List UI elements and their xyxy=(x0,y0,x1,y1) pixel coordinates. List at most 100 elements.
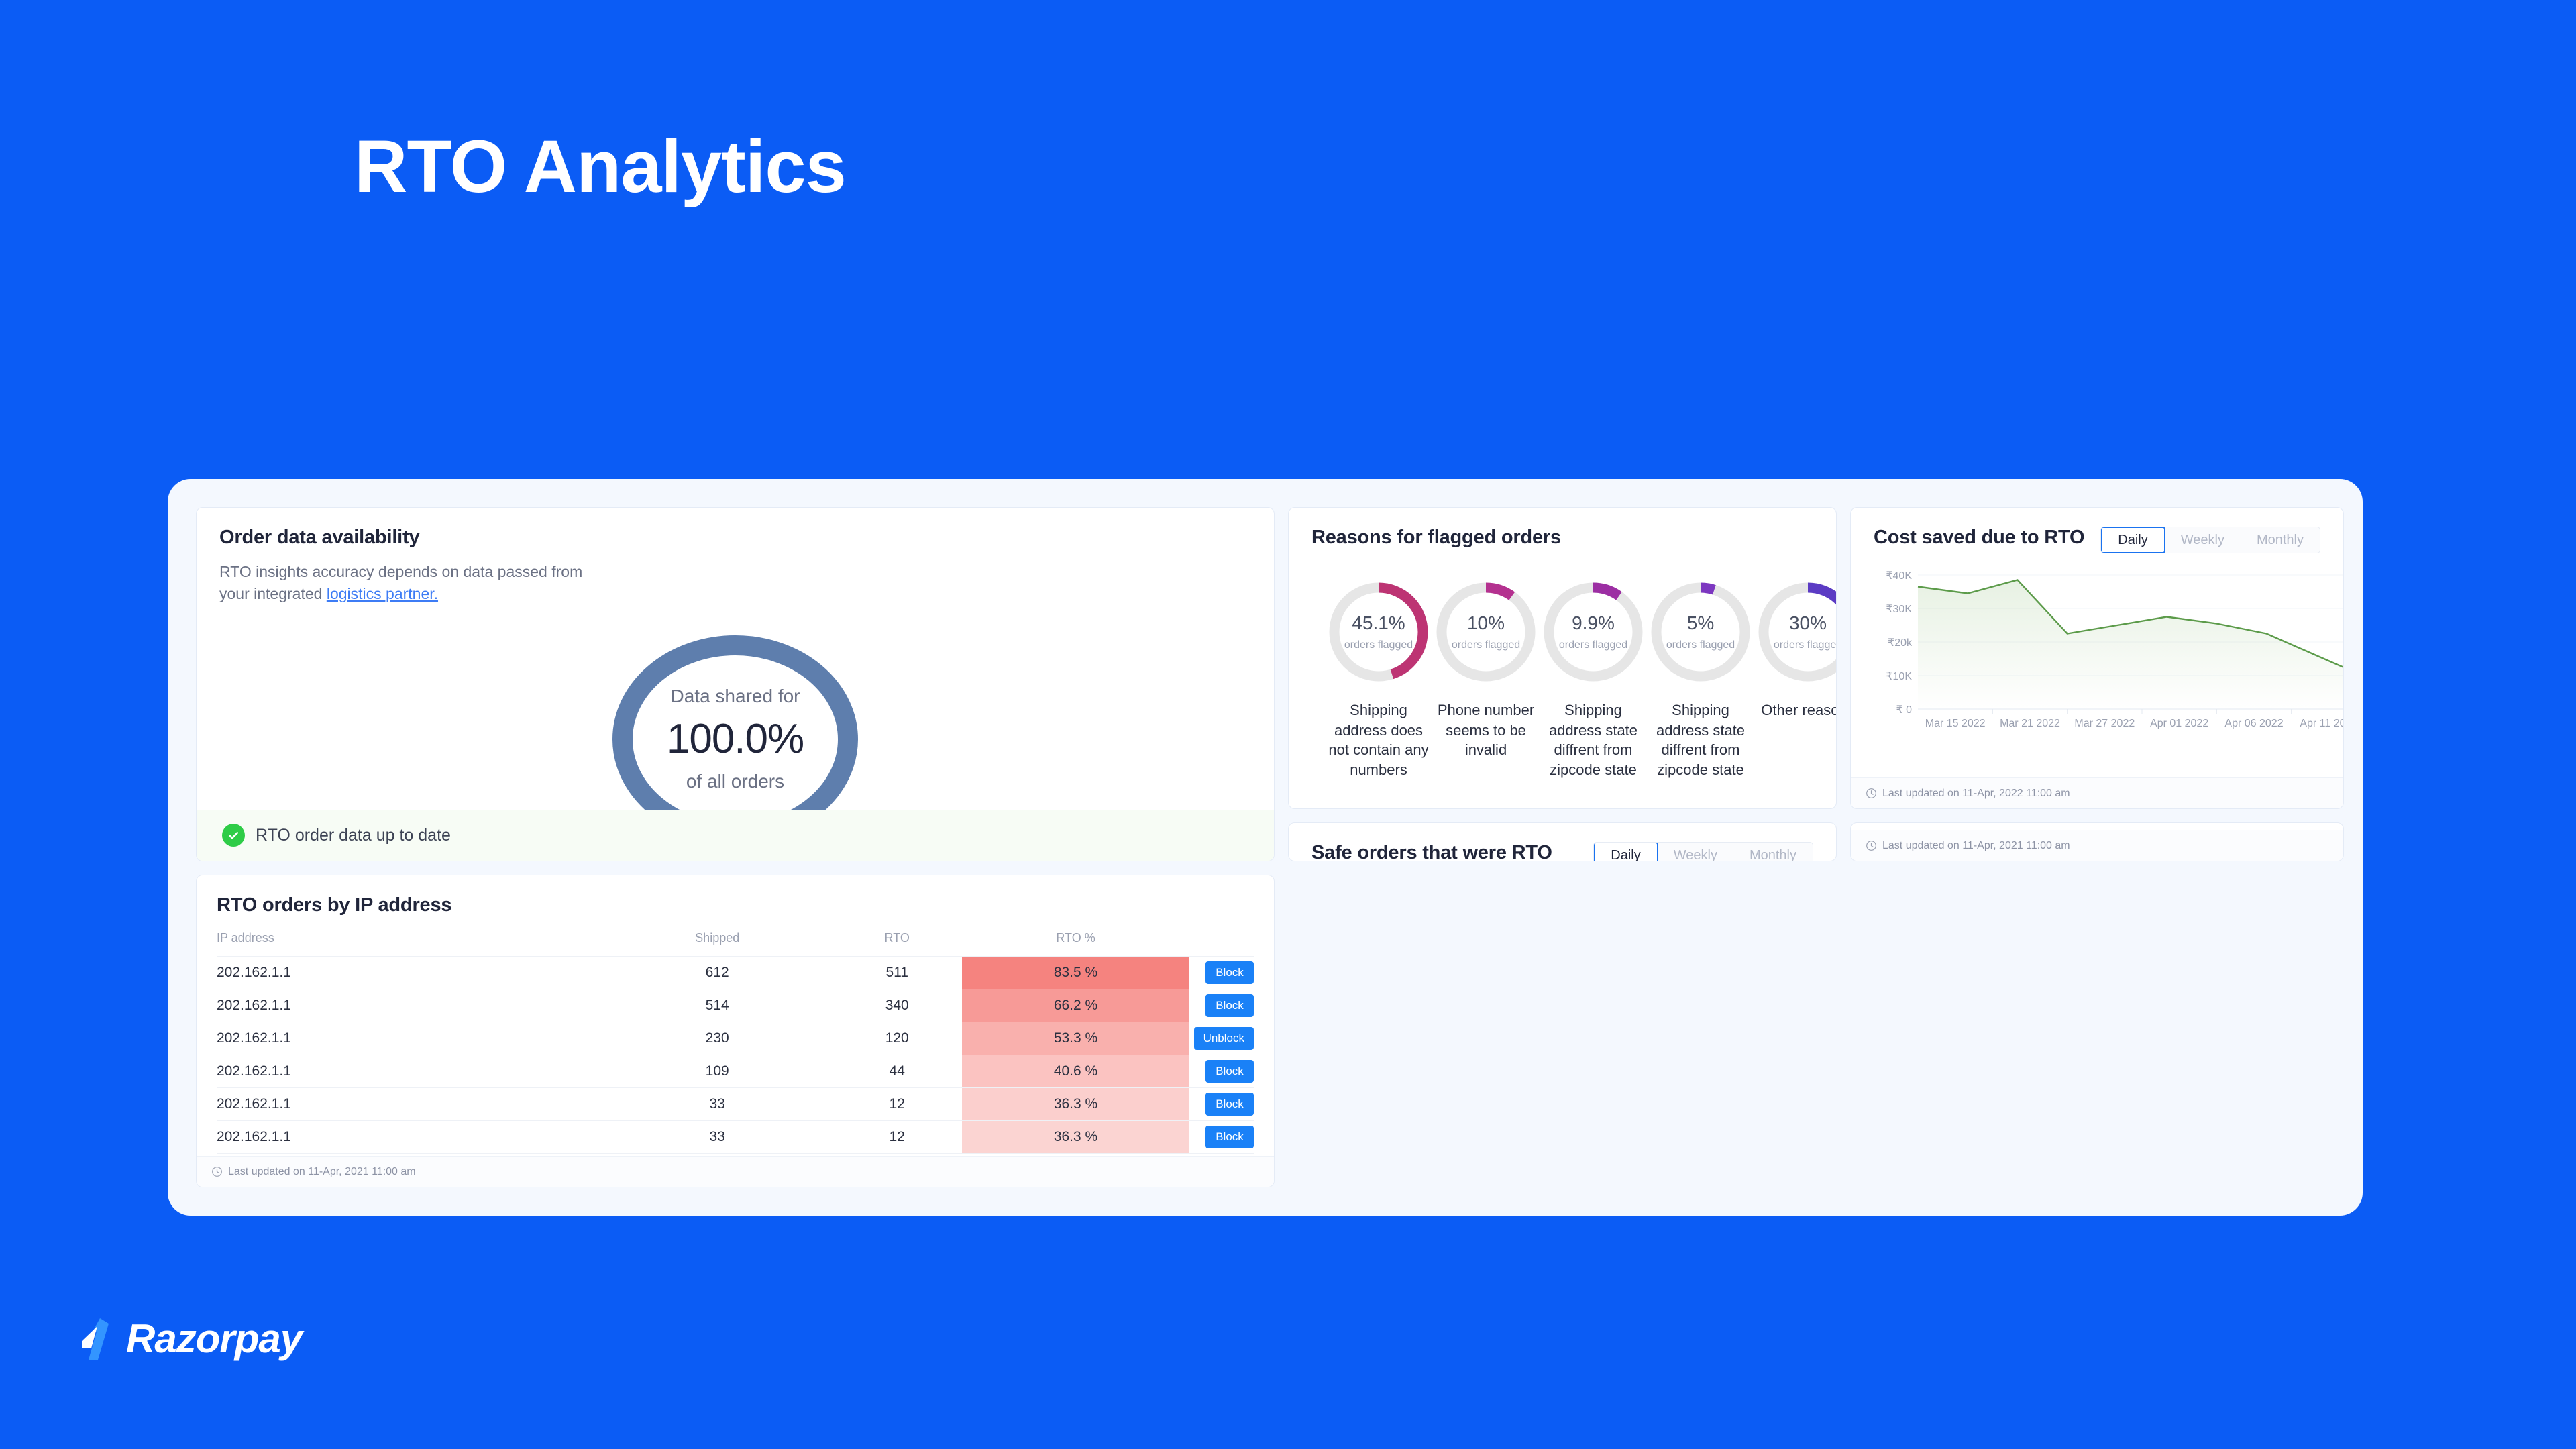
ipaddress-action-button[interactable]: Unblock xyxy=(1193,1027,1254,1050)
donut-percent-0: 45.1% xyxy=(1352,612,1405,633)
donut-sublabel-3: orders flagged xyxy=(1666,639,1735,651)
svg-text:₹20k: ₹20k xyxy=(1888,637,1913,649)
ipaddress-rto: 340 xyxy=(832,989,963,1022)
ipaddress-action-button[interactable]: Block xyxy=(1205,961,1254,984)
ipaddress-shipped: 612 xyxy=(602,956,833,989)
donut-sublabel-0: orders flagged xyxy=(1344,639,1413,651)
ipaddress-key: 202.162.1.1 xyxy=(217,1055,602,1088)
safe-orders-toggle-monthly[interactable]: Monthly xyxy=(1733,843,1813,861)
svg-text:₹ 0: ₹ 0 xyxy=(1896,704,1912,716)
ipaddress-action-button[interactable]: Block xyxy=(1205,1060,1254,1083)
svg-text:Mar 21 2022: Mar 21 2022 xyxy=(2000,718,2060,729)
safe-orders-card: Safe orders that were RTO Daily Weekly Mon… xyxy=(1288,822,1837,861)
cost-saved-toggle-monthly[interactable]: Monthly xyxy=(2241,527,2320,553)
ipaddress-title: RTO orders by IP address xyxy=(217,894,452,916)
availability-description: RTO insights accuracy depends on data pa… xyxy=(219,561,595,606)
ipaddress-rto: 44 xyxy=(832,1055,963,1088)
reasons-for-flagged-orders-card: Reasons for flagged orders 45.1% orders f… xyxy=(1288,507,1837,809)
svg-text:Apr 01 2022: Apr 01 2022 xyxy=(2150,718,2208,729)
ipaddress-table-header: IP address Shipped RTO RTO % xyxy=(217,931,1254,957)
ipaddress-rto-pct: 40.6 % xyxy=(962,1055,1189,1088)
donut-ring-1: 10% orders flagged xyxy=(1432,578,1540,686)
table-row: 202.162.1.1 514 340 66.2 % Block xyxy=(217,989,1254,1022)
svg-text:Apr 11 2022: Apr 11 2022 xyxy=(2300,718,2344,729)
ipaddress-key: 202.162.1.1 xyxy=(217,1087,602,1121)
cost-saved-toggle-daily[interactable]: Daily xyxy=(2101,527,2165,553)
pincodes-last-updated: Last updated on 11-Apr, 2021 11:00 am xyxy=(1882,839,2070,851)
ipaddress-col-2: RTO xyxy=(884,931,910,945)
ipaddress-rto: 120 xyxy=(832,1022,963,1055)
donut-label-4: Other reasons xyxy=(1761,702,1836,718)
ipaddress-shipped: 33 xyxy=(602,1120,833,1154)
ipaddress-col-1: Shipped xyxy=(695,931,740,945)
donut-list: 45.1% orders flagged Shipping address does… xyxy=(1311,578,1836,780)
cost-saved-toggle-weekly[interactable]: Weekly xyxy=(2165,527,2241,553)
ipaddress-key: 202.162.1.1 xyxy=(217,1120,602,1154)
cost-saved-footer: Last updated on 11-Apr, 2022 11:00 am xyxy=(1851,777,2343,808)
ipaddress-table-body: 202.162.1.1 612 511 83.5 % Block 202.162.1.1 5… xyxy=(217,956,1254,1154)
ipaddress-table: IP address Shipped RTO RTO % 202.162.1.1 612… xyxy=(217,931,1254,1154)
donut-label-1: Phone number seems to be invalid xyxy=(1437,702,1535,759)
ipaddress-action-button[interactable]: Block xyxy=(1205,1126,1254,1148)
donut-label-2: Shipping address state diffrent from zip… xyxy=(1548,702,1638,779)
donut-item-4: 30% orders flagged Other reasons xyxy=(1754,578,1837,780)
clock-icon xyxy=(1866,788,1876,798)
dashboard-panel: Reasons for flagged orders 45.1% orders f… xyxy=(168,479,2363,1216)
ipaddress-shipped: 33 xyxy=(602,1087,833,1121)
svg-text:₹30K: ₹30K xyxy=(1886,604,1912,615)
page-title: RTO Analytics xyxy=(354,125,847,208)
order-data-availability-card: Order data availability RTO insights acc… xyxy=(196,507,1275,861)
table-row: 202.162.1.1 33 12 36.3 % Block xyxy=(217,1120,1254,1154)
ipaddress-rto: 511 xyxy=(832,956,963,989)
clock-icon xyxy=(1866,841,1876,851)
ipaddress-shipped: 514 xyxy=(602,989,833,1022)
rto-by-pincodes-card: RTO orders by pincodes PincodeShippedRTO… xyxy=(1850,822,2344,861)
donut-label-3: Shipping address state diffrent from zip… xyxy=(1656,702,1746,779)
rto-by-ip-card: RTO orders by IP address IP address Shipp… xyxy=(196,875,1275,1187)
svg-text:₹40K: ₹40K xyxy=(1886,570,1912,582)
ipaddress-shipped: 230 xyxy=(602,1022,833,1055)
svg-text:Apr 06 2022: Apr 06 2022 xyxy=(2224,718,2283,729)
availability-title: Order data availability xyxy=(219,527,420,548)
safe-orders-range-toggle[interactable]: Daily Weekly Monthly xyxy=(1593,842,1813,861)
cost-saved-title: Cost saved due to RTO xyxy=(1874,527,2085,548)
ipaddress-rto-pct: 36.3 % xyxy=(962,1087,1189,1121)
donut-ring-2: 9.9% orders flagged xyxy=(1540,578,1647,686)
flagged-card-title: Reasons for flagged orders xyxy=(1311,527,1561,548)
razorpay-wordmark: Razorpay xyxy=(126,1316,303,1361)
donut-percent-3: 5% xyxy=(1686,612,1715,633)
donut-ring-0: 45.1% orders flagged xyxy=(1325,578,1432,686)
safe-orders-toggle-weekly[interactable]: Weekly xyxy=(1658,843,1733,861)
table-row: 202.162.1.1 230 120 53.3 % Unblock xyxy=(217,1022,1254,1055)
donut-item-2: 9.9% orders flagged Shipping address state… xyxy=(1540,578,1647,780)
donut-sublabel-4: orders flagged xyxy=(1773,639,1837,651)
safe-orders-title: Safe orders that were RTO xyxy=(1311,842,1552,861)
availability-status-text: RTO order data up to date xyxy=(256,825,451,845)
donut-ring-4: 30% orders flagged xyxy=(1754,578,1837,686)
ipaddress-rto-pct: 36.3 % xyxy=(962,1120,1189,1154)
pincodes-footer: Last updated on 11-Apr, 2021 11:00 am xyxy=(1851,830,2343,861)
table-row: 202.162.1.1 33 12 36.3 % Block xyxy=(217,1087,1254,1121)
logistics-partner-link[interactable]: logistics partner. xyxy=(327,585,438,602)
cost-saved-range-toggle[interactable]: Daily Weekly Monthly xyxy=(2100,527,2320,553)
ipaddress-shipped: 109 xyxy=(602,1055,833,1088)
ipaddress-action-button[interactable]: Block xyxy=(1205,994,1254,1017)
donut-percent-1: 10% xyxy=(1466,612,1505,633)
ipaddress-col-3: RTO % xyxy=(1056,931,1095,945)
donut-ring-3: 5% orders flagged xyxy=(1647,578,1754,686)
ipaddress-rto: 12 xyxy=(832,1087,963,1121)
cost-saved-last-updated: Last updated on 11-Apr, 2022 11:00 am xyxy=(1882,787,2070,799)
svg-text:Mar 27 2022: Mar 27 2022 xyxy=(2074,718,2135,729)
razorpay-logo: Razorpay xyxy=(79,1316,303,1362)
ipaddress-action-button[interactable]: Block xyxy=(1205,1093,1254,1116)
check-circle-icon xyxy=(222,824,245,847)
donut-sublabel-2: orders flagged xyxy=(1558,639,1628,651)
ipaddress-rto-pct: 66.2 % xyxy=(962,989,1189,1022)
safe-orders-toggle-daily[interactable]: Daily xyxy=(1594,843,1658,861)
table-row: 202.162.1.1 109 44 40.6 % Block xyxy=(217,1055,1254,1088)
cost-saved-chart-svg: ₹40K ₹30K ₹20k ₹10K ₹ 0 Mar 15 2022 Mar 21 202… xyxy=(1886,570,2344,729)
availability-status-bar: RTO order data up to date xyxy=(197,810,1274,861)
ipaddress-col-0: IP address xyxy=(217,931,274,945)
donut-item-3: 5% orders flagged Shipping address state d… xyxy=(1647,578,1754,780)
ipaddress-rto-pct: 83.5 % xyxy=(962,956,1189,989)
